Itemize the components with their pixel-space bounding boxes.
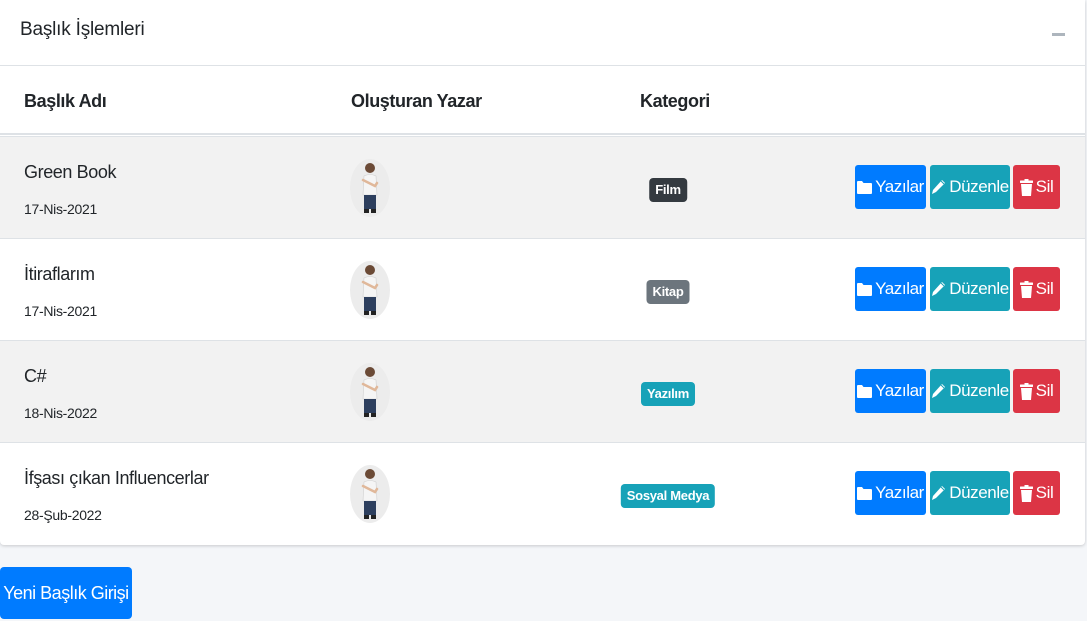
delete-button[interactable]: Sil [1013,471,1060,515]
new-topic-button[interactable]: Yeni Başlık Girişi [0,567,132,619]
folder-icon [857,180,873,194]
folder-icon [857,282,873,296]
topic-date: 17-Nis-2021 [24,201,97,217]
topic-title: Green Book [24,162,117,182]
edit-button-label: Düzenle [949,279,1009,298]
header-category: Kategori [640,91,710,111]
category-badge: Yazılım [641,382,695,406]
edit-button[interactable]: Düzenle [930,165,1010,209]
trash-icon [1019,484,1033,502]
edit-button-label: Düzenle [949,381,1009,400]
delete-button-label: Sil [1035,177,1054,196]
table-header: Başlık Adı Oluşturan Yazar Kategori [0,67,1085,135]
edit-button[interactable]: Düzenle [930,471,1010,515]
topic-title: İtiraflarım [24,264,95,284]
delete-button[interactable]: Sil [1013,267,1060,311]
author-avatar [350,159,390,217]
folder-icon [857,486,873,500]
table-row: Green Book 17-Nis-2021 Film Yazılar Düze… [0,136,1085,238]
posts-button[interactable]: Yazılar [855,165,926,209]
author-avatar [350,363,390,421]
posts-button-label: Yazılar [875,177,924,196]
pencil-icon [931,383,946,399]
topics-card: Başlık İşlemleri Başlık Adı Oluşturan Ya… [0,0,1085,545]
category-badge: Sosyal Medya [620,484,716,508]
edit-button-label: Düzenle [949,177,1009,196]
trash-icon [1019,280,1033,298]
header-title: Başlık Adı [24,91,107,111]
topic-date: 17-Nis-2021 [24,303,97,319]
delete-button-label: Sil [1035,279,1054,298]
minus-icon[interactable] [1052,33,1065,36]
category-badge: Film [649,178,687,202]
topic-date: 28-Şub-2022 [24,507,102,523]
topic-title: C# [24,366,47,386]
posts-button[interactable]: Yazılar [855,267,926,311]
author-avatar [350,465,390,523]
table-row: İfşası çıkan Influencerlar 28-Şub-2022 S… [0,442,1085,544]
trash-icon [1019,382,1033,400]
category-badge: Kitap [646,280,690,304]
topic-title: İfşası çıkan Influencerlar [24,468,209,488]
card-header: Başlık İşlemleri [0,0,1085,66]
delete-button[interactable]: Sil [1013,369,1060,413]
pencil-icon [931,179,946,195]
edit-button-label: Düzenle [949,483,1009,502]
table-row: İtiraflarım 17-Nis-2021 Kitap Yazılar Dü… [0,238,1085,340]
posts-button[interactable]: Yazılar [855,471,926,515]
delete-button-label: Sil [1035,381,1054,400]
delete-button[interactable]: Sil [1013,165,1060,209]
folder-icon [857,384,873,398]
topic-date: 18-Nis-2022 [24,405,97,421]
author-avatar [350,261,390,319]
pencil-icon [931,485,946,501]
posts-button-label: Yazılar [875,279,924,298]
posts-button-label: Yazılar [875,483,924,502]
delete-button-label: Sil [1035,483,1054,502]
card-title: Başlık İşlemleri [20,19,145,40]
table-row: C# 18-Nis-2022 Yazılım Yazılar Düzenle S… [0,340,1085,442]
posts-button-label: Yazılar [875,381,924,400]
header-author: Oluşturan Yazar [351,91,482,111]
edit-button[interactable]: Düzenle [930,369,1010,413]
edit-button[interactable]: Düzenle [930,267,1010,311]
pencil-icon [931,281,946,297]
trash-icon [1019,178,1033,196]
posts-button[interactable]: Yazılar [855,369,926,413]
